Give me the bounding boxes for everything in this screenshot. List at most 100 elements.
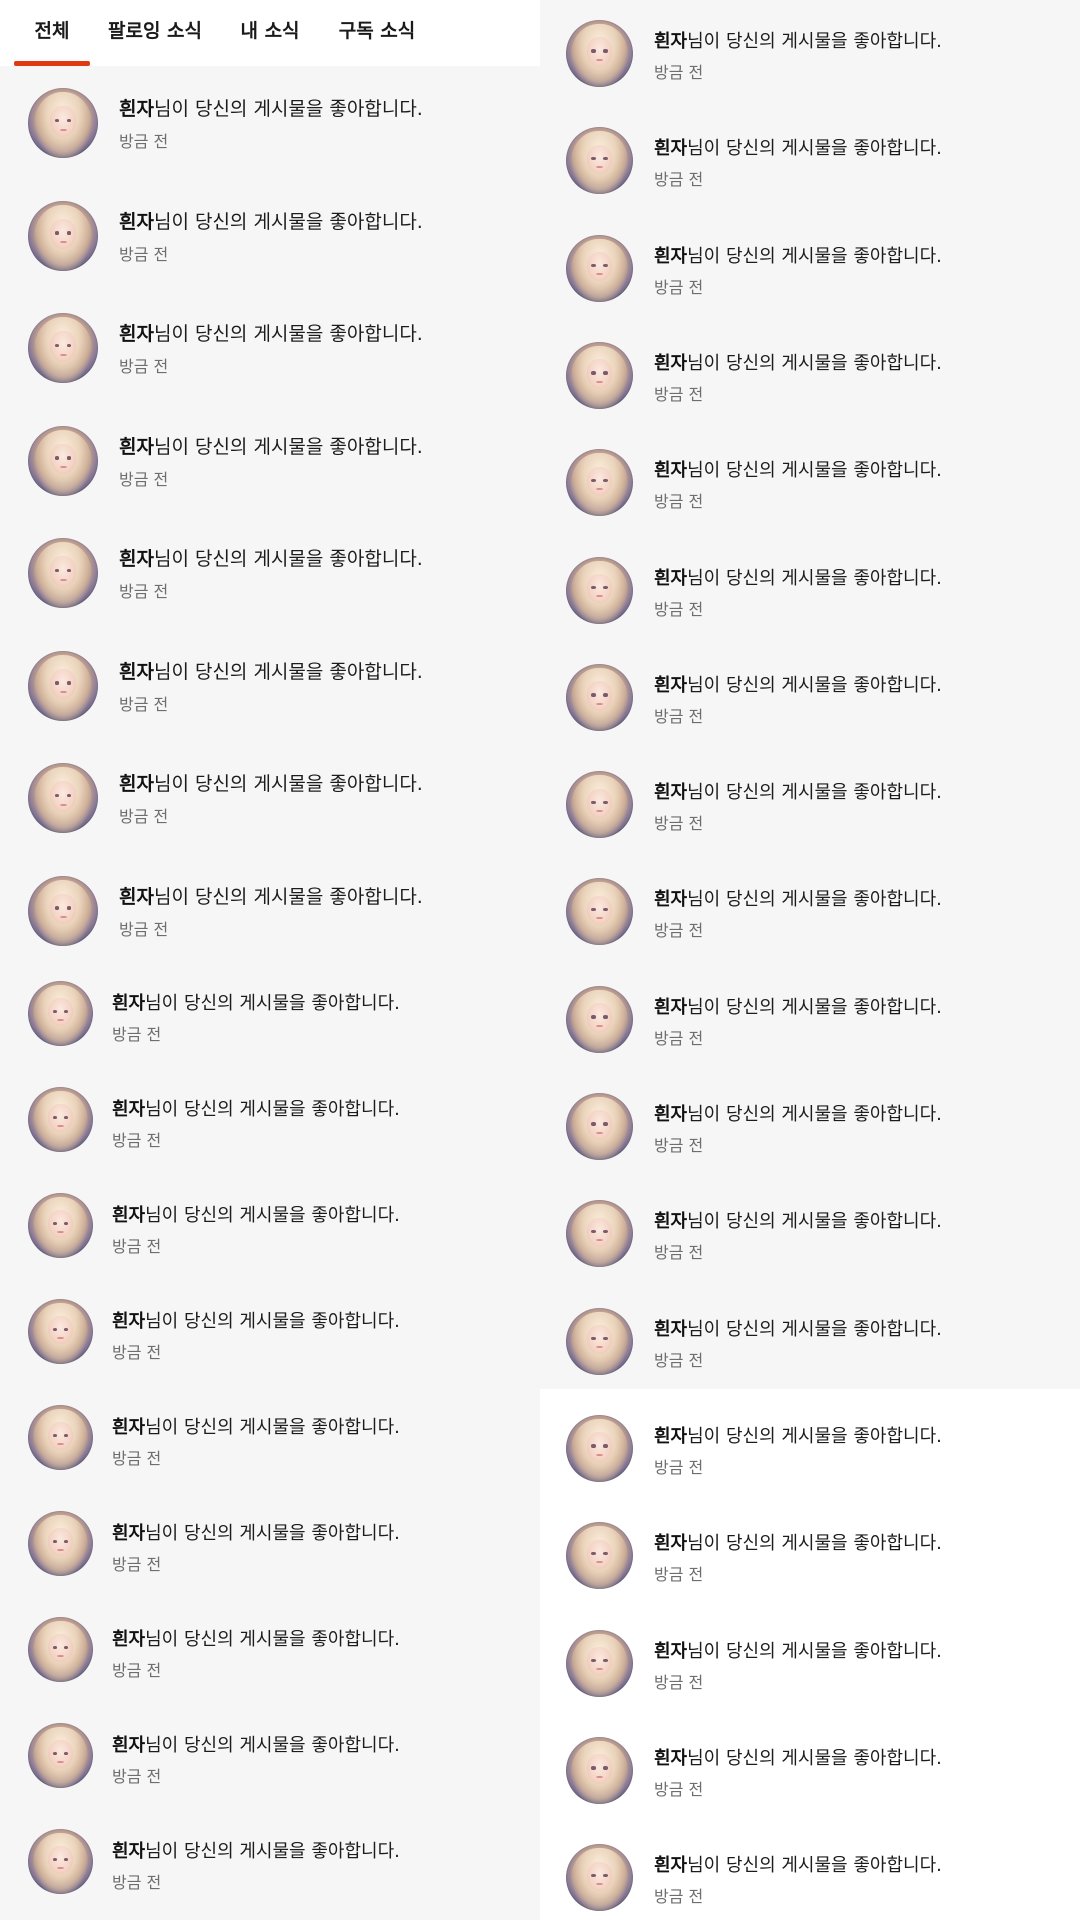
nickname[interactable]: 흰자: [654, 675, 687, 696]
notification-item[interactable]: 흰자님이 당신의 게시물을 좋아합니다. 방금 전: [540, 225, 1080, 332]
nickname[interactable]: 흰자: [112, 1205, 145, 1226]
tab-all[interactable]: 전체: [14, 0, 90, 62]
profile-avatar[interactable]: [566, 449, 633, 517]
notification-item[interactable]: 흰자님이 당신의 게시물을 좋아합니다. 방금 전: [540, 439, 1080, 546]
nickname[interactable]: 흰자: [654, 246, 687, 267]
notification-item[interactable]: 흰자님이 당신의 게시물을 좋아합니다. 방금 전: [540, 868, 1080, 975]
notification-item[interactable]: 흰자님이 당신의 게시물을 좋아합니다. 방금 전: [540, 332, 1080, 439]
profile-avatar[interactable]: [28, 200, 98, 271]
profile-avatar[interactable]: [566, 1200, 633, 1268]
notification-item[interactable]: 흰자님이 당신의 게시물을 좋아합니다. 방금 전: [540, 976, 1080, 1083]
profile-avatar[interactable]: [566, 1307, 633, 1375]
notification-item[interactable]: 흰자님이 당신의 게시물을 좋아합니다. 방금 전: [540, 117, 1080, 224]
profile-avatar[interactable]: [28, 1087, 93, 1152]
notification-item[interactable]: 흰자님이 당신의 게시물을 좋아합니다. 방금 전: [0, 526, 540, 638]
notification-item[interactable]: 흰자님이 당신의 게시물을 좋아합니다. 방금 전: [540, 1834, 1080, 1920]
notification-item[interactable]: 흰자님이 당신의 게시물을 좋아합니다. 방금 전: [0, 1185, 540, 1291]
nickname[interactable]: 흰자: [112, 1523, 145, 1544]
nickname[interactable]: 흰자: [112, 1735, 145, 1756]
profile-avatar[interactable]: [28, 763, 98, 833]
profile-avatar[interactable]: [566, 1414, 633, 1482]
notification-item[interactable]: 흰자님이 당신의 게시물을 좋아합니다. 방금 전: [540, 1190, 1080, 1297]
nickname[interactable]: 흰자: [119, 548, 154, 570]
notification-item[interactable]: 흰자님이 당신의 게시물을 좋아합니다. 방금 전: [0, 639, 540, 751]
profile-avatar[interactable]: [566, 1093, 633, 1160]
profile-avatar[interactable]: [566, 1736, 633, 1804]
nickname[interactable]: 흰자: [654, 1641, 687, 1662]
profile-avatar[interactable]: [566, 127, 633, 195]
notification-item[interactable]: 흰자님이 당신의 게시물을 좋아합니다. 방금 전: [540, 1620, 1080, 1727]
notification-item[interactable]: 흰자님이 당신의 게시물을 좋아합니다. 방금 전: [540, 10, 1080, 117]
nickname[interactable]: 흰자: [654, 997, 687, 1018]
notification-item[interactable]: 흰자님이 당신의 게시물을 좋아합니다. 방금 전: [540, 1083, 1080, 1190]
profile-avatar[interactable]: [566, 234, 633, 302]
notification-item[interactable]: 흰자님이 당신의 게시물을 좋아합니다. 방금 전: [540, 1512, 1080, 1619]
profile-avatar[interactable]: [28, 1723, 93, 1788]
nickname[interactable]: 흰자: [119, 436, 154, 458]
nickname[interactable]: 흰자: [654, 782, 687, 803]
tab-my-news[interactable]: 내 소식: [232, 0, 308, 62]
notification-item[interactable]: 흰자님이 당신의 게시물을 좋아합니다. 방금 전: [0, 1291, 540, 1397]
profile-avatar[interactable]: [28, 981, 93, 1046]
profile-avatar[interactable]: [566, 1844, 633, 1912]
profile-avatar[interactable]: [28, 1299, 93, 1364]
notification-item[interactable]: 흰자님이 당신의 게시물을 좋아합니다. 방금 전: [0, 189, 540, 301]
nickname[interactable]: 흰자: [119, 773, 154, 795]
notification-item[interactable]: 흰자님이 당신의 게시물을 좋아합니다. 방금 전: [0, 76, 540, 188]
notification-item[interactable]: 흰자님이 당신의 게시물을 좋아합니다. 방금 전: [0, 1609, 540, 1715]
notification-item[interactable]: 흰자님이 당신의 게시물을 좋아합니다. 방금 전: [0, 973, 540, 1079]
notification-item[interactable]: 흰자님이 당신의 게시물을 좋아합니다. 방금 전: [540, 547, 1080, 654]
notification-item[interactable]: 흰자님이 당신의 게시물을 좋아합니다. 방금 전: [540, 1298, 1080, 1405]
notification-item[interactable]: 흰자님이 당신의 게시물을 좋아합니다. 방금 전: [540, 654, 1080, 761]
nickname[interactable]: 흰자: [654, 889, 687, 910]
nickname[interactable]: 흰자: [119, 886, 154, 908]
notification-item[interactable]: 흰자님이 당신의 게시물을 좋아합니다. 방금 전: [540, 1727, 1080, 1834]
profile-avatar[interactable]: [28, 313, 98, 383]
notification-item[interactable]: 흰자님이 당신의 게시물을 좋아합니다. 방금 전: [540, 1405, 1080, 1512]
nickname[interactable]: 흰자: [654, 1104, 687, 1125]
profile-avatar[interactable]: [566, 985, 633, 1053]
notification-item[interactable]: 흰자님이 당신의 게시물을 좋아합니다. 방금 전: [0, 1821, 540, 1920]
tab-subscription[interactable]: 구독 소식: [334, 0, 420, 62]
profile-avatar[interactable]: [28, 88, 98, 158]
profile-avatar[interactable]: [28, 1405, 93, 1470]
nickname[interactable]: 흰자: [112, 993, 145, 1014]
nickname[interactable]: 흰자: [654, 138, 687, 159]
notification-item[interactable]: 흰자님이 당신의 게시물을 좋아합니다. 방금 전: [0, 864, 540, 976]
profile-avatar[interactable]: [566, 341, 633, 409]
profile-avatar[interactable]: [28, 875, 98, 946]
nickname[interactable]: 흰자: [112, 1841, 145, 1862]
nickname[interactable]: 흰자: [119, 98, 154, 120]
profile-avatar[interactable]: [28, 425, 98, 496]
profile-avatar[interactable]: [566, 556, 633, 624]
nickname[interactable]: 흰자: [654, 1426, 687, 1447]
nickname[interactable]: 흰자: [119, 323, 154, 345]
notification-item[interactable]: 흰자님이 당신의 게시물을 좋아합니다. 방금 전: [0, 1503, 540, 1609]
notification-item[interactable]: 흰자님이 당신의 게시물을 좋아합니다. 방금 전: [0, 1715, 540, 1821]
nickname[interactable]: 흰자: [654, 1319, 687, 1340]
notification-item[interactable]: 흰자님이 당신의 게시물을 좋아합니다. 방금 전: [0, 751, 540, 863]
profile-avatar[interactable]: [28, 1511, 93, 1576]
nickname[interactable]: 흰자: [112, 1311, 145, 1332]
profile-avatar[interactable]: [28, 1193, 93, 1258]
nickname[interactable]: 흰자: [654, 1533, 687, 1554]
nickname[interactable]: 흰자: [654, 1748, 687, 1769]
nickname[interactable]: 흰자: [119, 661, 154, 683]
nickname[interactable]: 흰자: [119, 211, 154, 233]
notification-item[interactable]: 흰자님이 당신의 게시물을 좋아합니다. 방금 전: [0, 1079, 540, 1185]
nickname[interactable]: 흰자: [112, 1417, 145, 1438]
profile-avatar[interactable]: [28, 538, 98, 608]
notification-item[interactable]: 흰자님이 당신의 게시물을 좋아합니다. 방금 전: [0, 1397, 540, 1503]
nickname[interactable]: 흰자: [654, 1211, 687, 1232]
nickname[interactable]: 흰자: [112, 1099, 145, 1120]
nickname[interactable]: 흰자: [654, 353, 687, 374]
profile-avatar[interactable]: [566, 771, 633, 839]
nickname[interactable]: 흰자: [654, 1855, 687, 1876]
nickname[interactable]: 흰자: [654, 568, 687, 589]
notification-item[interactable]: 흰자님이 당신의 게시물을 좋아합니다. 방금 전: [540, 761, 1080, 868]
tab-following[interactable]: 팔로잉 소식: [104, 0, 206, 62]
nickname[interactable]: 흰자: [654, 460, 687, 481]
profile-avatar[interactable]: [566, 1522, 633, 1590]
profile-avatar[interactable]: [566, 878, 633, 946]
nickname[interactable]: 흰자: [112, 1629, 145, 1650]
